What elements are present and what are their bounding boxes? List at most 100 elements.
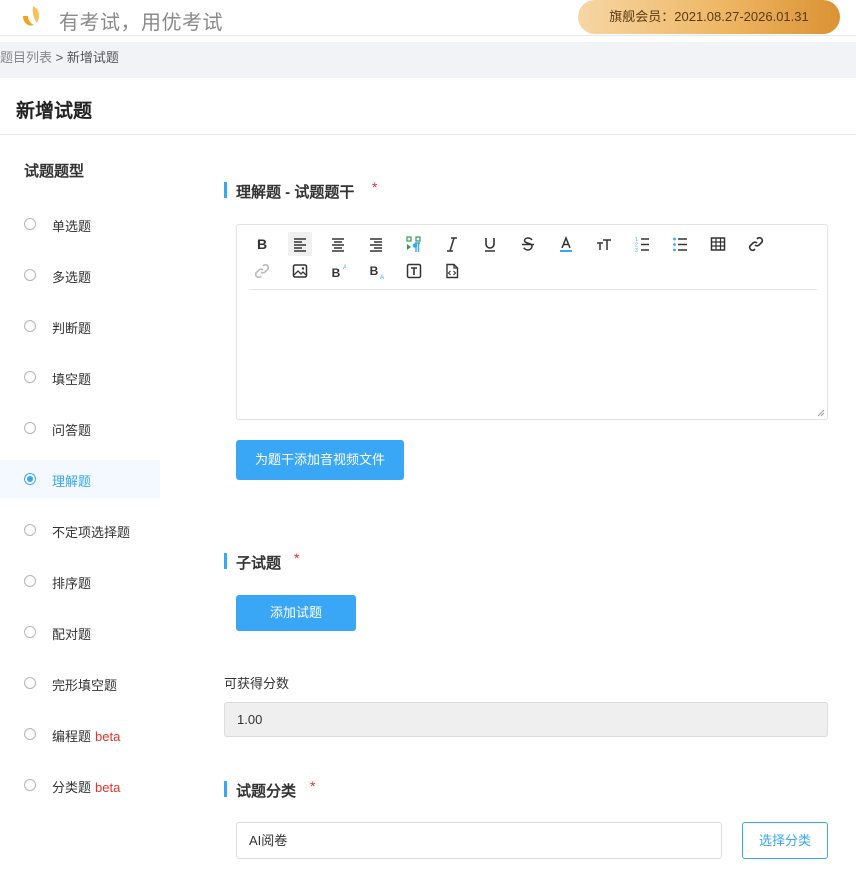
question-type-label-text: 单选题 xyxy=(52,219,92,234)
required-mark: * xyxy=(294,550,300,566)
radio-unchecked-icon[interactable] xyxy=(24,524,36,536)
radio-unchecked-icon[interactable] xyxy=(24,269,36,281)
question-type-item[interactable]: 完形填空题 xyxy=(0,664,160,702)
question-type-label: 多选题 xyxy=(52,267,91,286)
radio-unchecked-icon[interactable] xyxy=(24,728,36,740)
breadcrumb-parent-link[interactable]: 题目列表 xyxy=(0,50,52,65)
radio-checked-icon[interactable] xyxy=(24,473,36,485)
question-type-label: 判断题 xyxy=(52,318,91,337)
question-type-label: 问答题 xyxy=(52,420,91,439)
svg-text:B: B xyxy=(370,264,379,278)
question-type-item[interactable]: 不定项选择题 xyxy=(0,511,160,549)
question-type-item[interactable]: 分类题 beta xyxy=(0,766,160,804)
editor-content-area[interactable] xyxy=(249,297,817,409)
code-file-icon[interactable] xyxy=(440,259,464,283)
radio-unchecked-icon[interactable] xyxy=(24,575,36,587)
question-type-label-text: 不定项选择题 xyxy=(52,525,131,540)
question-type-label-text: 理解题 xyxy=(52,474,92,489)
align-left-icon[interactable] xyxy=(288,232,312,256)
radio-unchecked-icon[interactable] xyxy=(24,422,36,434)
radio-unchecked-icon[interactable] xyxy=(24,371,36,383)
unlink-icon[interactable] xyxy=(250,259,274,283)
question-type-item[interactable]: 理解题 xyxy=(0,460,160,498)
radio-unchecked-icon[interactable] xyxy=(24,218,36,230)
radio-unchecked-icon[interactable] xyxy=(24,779,36,791)
question-type-label: 填空题 xyxy=(52,369,91,388)
question-type-item[interactable]: 问答题 xyxy=(0,409,160,447)
select-category-button[interactable]: 选择分类 xyxy=(742,822,828,859)
italic-icon[interactable] xyxy=(440,232,464,256)
svg-text:A: A xyxy=(343,265,346,271)
question-type-label-text: 配对题 xyxy=(52,627,92,642)
page-title: 新增试题 xyxy=(16,101,93,122)
question-type-item[interactable]: 多选题 xyxy=(0,256,160,294)
paragraph-icon[interactable] xyxy=(402,232,426,256)
question-type-label: 排序题 xyxy=(52,573,91,592)
resize-handle-icon[interactable] xyxy=(817,409,825,417)
question-type-label-text: 问答题 xyxy=(52,423,92,438)
score-label: 可获得分数 xyxy=(224,676,290,691)
question-type-label-text: 完形填空题 xyxy=(52,678,118,693)
question-type-label-text: 排序题 xyxy=(52,576,92,591)
image-icon[interactable] xyxy=(288,259,312,283)
question-type-item[interactable]: 判断题 xyxy=(0,307,160,345)
radio-unchecked-icon[interactable] xyxy=(24,626,36,638)
superscript-icon[interactable]: BA xyxy=(326,259,350,283)
member-badge[interactable]: 旗舰会员：2021.08.27-2026.01.31 xyxy=(578,0,840,34)
align-right-icon[interactable] xyxy=(364,232,388,256)
brand-slogan: 有考试，用优考试 xyxy=(59,12,223,34)
question-type-item[interactable]: 填空题 xyxy=(0,358,160,396)
add-sub-question-button[interactable]: 添加试题 xyxy=(236,595,356,631)
sub-question-heading-text: 子试题 xyxy=(236,555,282,572)
add-media-button[interactable]: 为题干添加音视频文件 xyxy=(236,440,404,480)
rich-text-editor[interactable]: B123BABA xyxy=(236,224,828,420)
beta-badge: beta xyxy=(95,780,121,795)
link-icon[interactable] xyxy=(744,232,768,256)
question-type-label-text: 分类题 xyxy=(52,780,92,795)
svg-text:3: 3 xyxy=(635,248,638,252)
question-type-label-text: 填空题 xyxy=(52,372,92,387)
question-type-label-text: 多选题 xyxy=(52,270,92,285)
align-center-icon[interactable] xyxy=(326,232,350,256)
table-icon[interactable] xyxy=(706,232,730,256)
radio-unchecked-icon[interactable] xyxy=(24,320,36,332)
required-mark: * xyxy=(372,179,378,195)
question-type-item[interactable]: 编程题 beta xyxy=(0,715,160,753)
question-type-label-text: 判断题 xyxy=(52,321,92,336)
subscript-icon[interactable]: BA xyxy=(364,259,388,283)
question-type-heading: 试题题型 xyxy=(24,163,85,180)
question-type-label: 单选题 xyxy=(52,216,91,235)
question-type-item[interactable]: 单选题 xyxy=(0,205,160,243)
font-color-icon[interactable] xyxy=(554,232,578,256)
svg-text:B: B xyxy=(332,266,341,279)
leaf-logo-icon[interactable] xyxy=(20,4,44,28)
title-divider xyxy=(0,134,856,135)
stem-heading-text: 理解题 - 试题题干 xyxy=(236,184,355,201)
svg-text:B: B xyxy=(257,236,267,252)
bold-icon[interactable]: B xyxy=(250,232,274,256)
question-type-label: 完形填空题 xyxy=(52,675,117,694)
category-heading-text: 试题分类 xyxy=(236,783,297,800)
svg-text:A: A xyxy=(380,275,384,279)
text-box-icon[interactable] xyxy=(402,259,426,283)
section-accent-bar xyxy=(224,553,227,569)
question-type-label: 理解题 xyxy=(52,471,91,490)
strikethrough-icon[interactable] xyxy=(516,232,540,256)
ordered-list-icon[interactable]: 123 xyxy=(630,232,654,256)
top-header: 有考试，用优考试 旗舰会员：2021.08.27-2026.01.31 xyxy=(0,0,856,36)
section-accent-bar xyxy=(224,781,227,797)
font-size-icon[interactable] xyxy=(592,232,616,256)
breadcrumb: 题目列表 > 新增试题 xyxy=(0,42,856,78)
question-type-label: 分类题 beta xyxy=(52,777,120,796)
toolbar-divider xyxy=(249,289,817,290)
question-type-item[interactable]: 排序题 xyxy=(0,562,160,600)
underline-icon[interactable] xyxy=(478,232,502,256)
score-input[interactable]: 1.00 xyxy=(224,702,828,737)
breadcrumb-separator: > xyxy=(52,50,67,65)
category-input[interactable]: AI阅卷 xyxy=(236,822,722,859)
question-type-item[interactable]: 配对题 xyxy=(0,613,160,651)
question-type-label: 不定项选择题 xyxy=(52,522,130,541)
unordered-list-icon[interactable] xyxy=(668,232,692,256)
question-type-label: 配对题 xyxy=(52,624,91,643)
radio-unchecked-icon[interactable] xyxy=(24,677,36,689)
